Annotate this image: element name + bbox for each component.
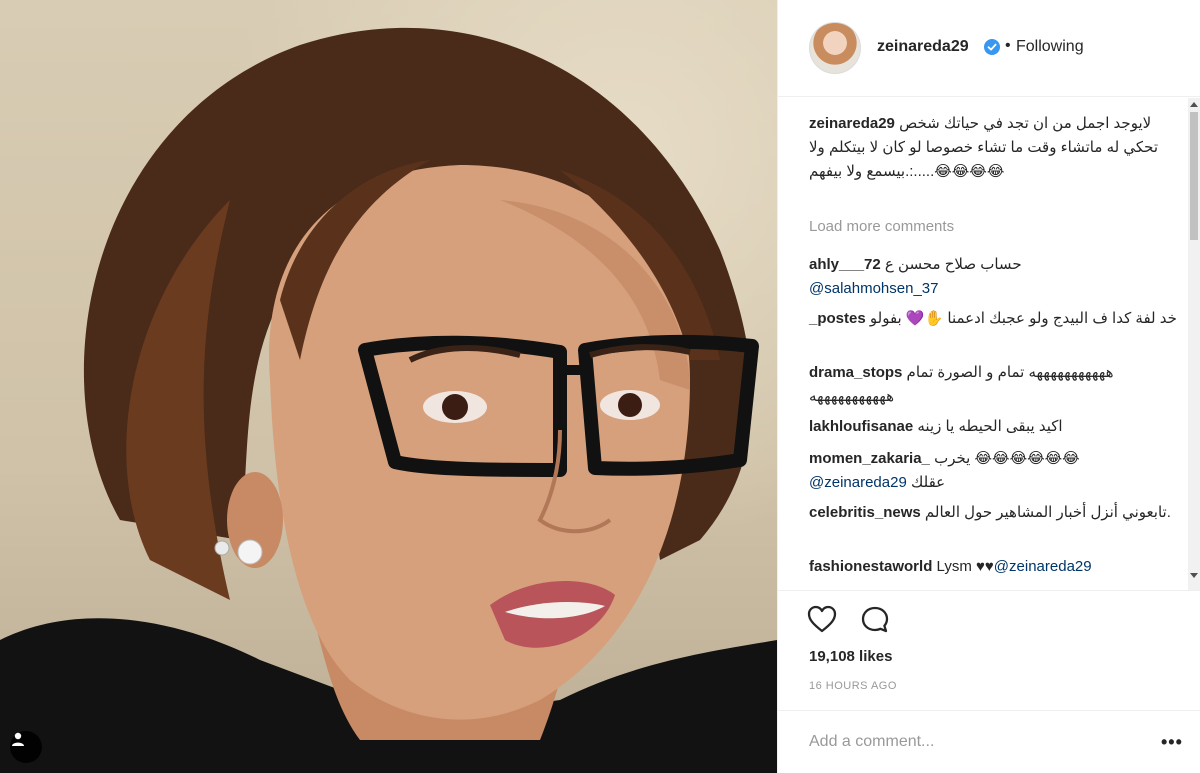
comment-mention[interactable]: @zeinareda29 (994, 558, 1092, 575)
comments-scrollbar[interactable] (1188, 98, 1200, 590)
comment-mention[interactable]: @zeinareda29 (809, 474, 907, 491)
list-item: ahly___72 حساب صلاح محسن ع @salahmohsen_… (809, 253, 1189, 301)
list-item: momen_zakaria_ يخرب 😂😂😂😂😂😂 @zeinareda29 … (809, 447, 1189, 495)
header-username-link[interactable]: zeinareda29 (877, 38, 969, 56)
add-comment-section: ••• (778, 710, 1200, 773)
comments-list[interactable]: zeinareda29 لايوجد اجمل من ان تجد في حيا… (778, 98, 1200, 590)
scroll-down-arrow-icon[interactable] (1190, 573, 1198, 578)
separator-dot: • (1005, 37, 1011, 54)
comment-username[interactable]: momen_zakaria_ (809, 450, 930, 467)
comment-username[interactable]: celebritis_news (809, 504, 921, 521)
post-header: zeinareda29 • Following (778, 0, 1200, 97)
scroll-up-arrow-icon[interactable] (1190, 102, 1198, 107)
more-options-button[interactable]: ••• (1161, 732, 1183, 753)
comment-text-tail: عقلك (910, 474, 946, 491)
caption: zeinareda29 لايوجد اجمل من ان تجد في حيا… (809, 112, 1189, 184)
post-timestamp[interactable]: 16 HOURS AGO (809, 680, 897, 692)
verified-badge-icon (984, 39, 1000, 55)
following-button[interactable]: Following (1016, 38, 1084, 56)
comment-username[interactable]: ahly___72 (809, 256, 881, 273)
list-item: fashionestaworld Lysm ♥♥@zeinareda29 (809, 555, 1189, 579)
post-actions (778, 590, 1200, 640)
comment-text: خد لفة كدا ف البيدج ولو عجبك ادعمنا ✋💜 ب… (869, 310, 1177, 327)
load-more-comments-button[interactable]: Load more comments (809, 218, 954, 235)
list-item: _postes خد لفة كدا ف البيدج ولو عجبك ادع… (809, 307, 1189, 331)
comment-username[interactable]: _postes (809, 310, 866, 327)
comment-username[interactable]: drama_stops (809, 364, 902, 381)
user-tag-icon[interactable] (10, 731, 42, 763)
comment-text: Lysm ♥♥ (936, 558, 994, 575)
post-photo[interactable] (0, 0, 777, 773)
portrait-image (0, 27, 777, 773)
caption-text: zeinareda29 لايوجد اجمل من ان تجد في حيا… (809, 112, 1189, 184)
comment-username[interactable]: lakhloufisanae (809, 418, 913, 435)
scroll-thumb[interactable] (1190, 112, 1198, 240)
comment-username[interactable]: fashionestaworld (809, 558, 932, 575)
heart-icon[interactable] (807, 605, 837, 633)
post-sidebar: zeinareda29 • Following zeinareda29 لايو… (777, 0, 1200, 773)
likes-count[interactable]: 19,108 likes (809, 648, 892, 665)
list-item: lakhloufisanae اكيد يبقى الحيطه يا زينه (809, 415, 1189, 439)
list-item: celebritis_news تابعوني أنزل أخبار المشا… (809, 501, 1189, 525)
comment-mention[interactable]: @salahmohsen_37 (809, 280, 938, 297)
comment-icon[interactable] (860, 605, 890, 635)
comment-text: تابعوني أنزل أخبار المشاهير حول العالم. (924, 504, 1171, 521)
comment-text: حساب صلاح محسن ع (884, 256, 1022, 273)
avatar[interactable] (809, 22, 861, 74)
comment-text: يخرب 😂😂😂😂😂😂 (934, 450, 1080, 467)
add-comment-input[interactable] (809, 730, 1129, 754)
comment-text: اكيد يبقى الحيطه يا زينه (917, 418, 1063, 435)
list-item: drama_stops هههههههههههه تمام و الصورة ت… (809, 361, 1189, 409)
caption-username[interactable]: zeinareda29 (809, 115, 895, 132)
